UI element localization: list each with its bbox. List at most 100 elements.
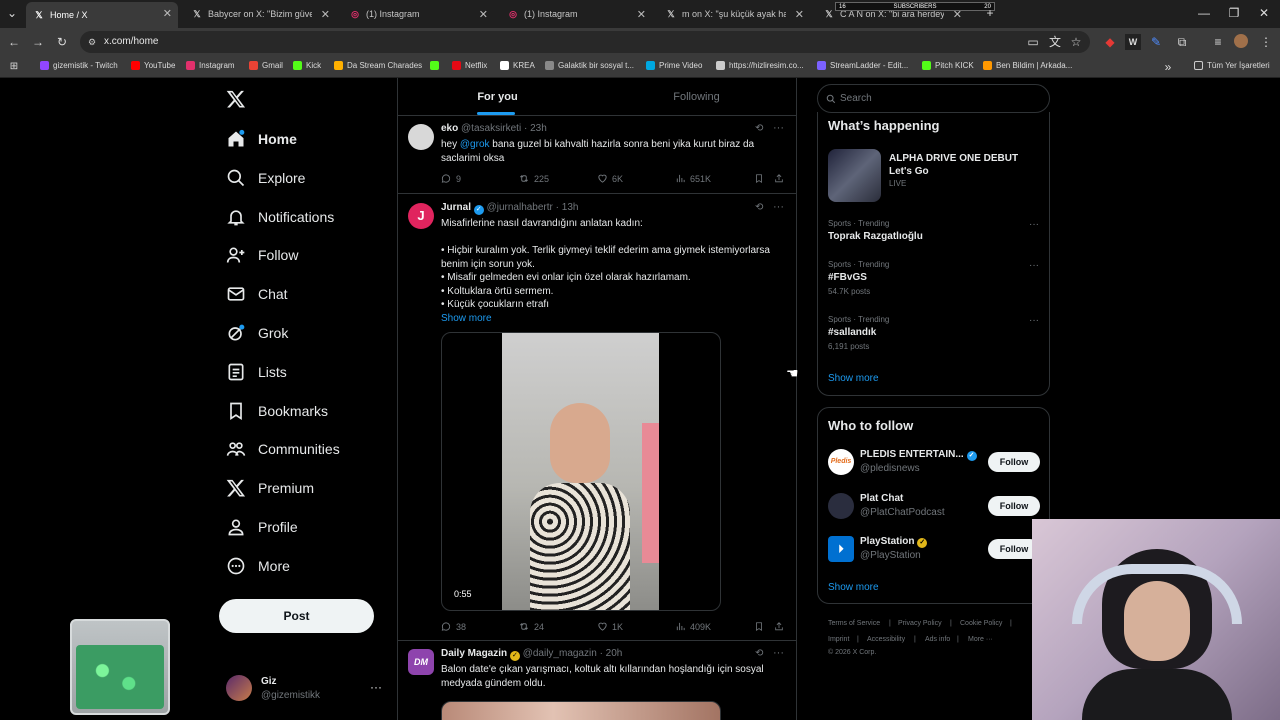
star-icon[interactable]: ☆ <box>1068 34 1084 50</box>
author-handle[interactable]: @daily_magazin <box>523 648 597 659</box>
tab-m-on-x[interactable]: 𝕏 m on X: "şu küçük ayak hareket ✕ <box>658 3 810 25</box>
more-icon[interactable]: ··· <box>1029 260 1039 271</box>
tab-for-you[interactable]: For you <box>398 78 597 116</box>
bookmark-item[interactable] <box>430 61 443 70</box>
tab-following[interactable]: Following <box>597 78 796 116</box>
translate-icon[interactable]: 文 <box>1047 34 1063 50</box>
profile-avatar-icon[interactable] <box>1234 34 1248 48</box>
trend-thumbnail[interactable] <box>828 149 881 202</box>
follow-button[interactable]: Follow <box>988 496 1040 516</box>
tweet-time[interactable]: 13h <box>562 202 579 213</box>
reload-icon[interactable]: ↻ <box>54 34 70 50</box>
site-info-icon[interactable]: ⚙ <box>88 37 98 47</box>
post-button[interactable]: Post <box>219 599 374 633</box>
bookmark-item[interactable]: Kick <box>293 61 321 70</box>
all-bookmarks-folder[interactable]: Tüm Yer İşaretleri <box>1194 61 1270 70</box>
avatar[interactable] <box>828 493 854 519</box>
repost-button[interactable]: 225 <box>518 173 549 184</box>
nav-more[interactable]: More <box>226 554 290 578</box>
tweet[interactable]: J Jurnal ✓ @jurnalhabertr · 13h ⟲ ··· Mi… <box>398 194 796 641</box>
tweet[interactable]: DM Daily Magazin ✓ @daily_magazin · 20h … <box>398 641 796 720</box>
more-icon[interactable]: ··· <box>773 647 784 659</box>
grok-icon[interactable]: ⟲ <box>755 202 763 213</box>
author-name[interactable]: Daily Magazin <box>441 648 507 659</box>
close-tab-icon[interactable]: ✕ <box>321 8 330 21</box>
nav-profile[interactable]: Profile <box>226 515 298 539</box>
bookmark-item[interactable]: Da Stream Charades <box>334 61 422 70</box>
grok-icon[interactable]: ⟲ <box>755 648 763 659</box>
nav-home[interactable]: Home <box>226 127 297 151</box>
tab-search-icon[interactable]: ⌄ <box>4 5 20 21</box>
author-name[interactable]: Jurnal <box>441 202 471 213</box>
bookmark-item[interactable]: gizemistik - Twitch <box>40 61 118 70</box>
tweet-time[interactable]: 23h <box>530 123 547 134</box>
more-bookmarks-icon[interactable]: » <box>1160 59 1176 75</box>
bookmark-item[interactable]: Ben Bildim | Arkada... <box>983 61 1072 70</box>
browser-menu-icon[interactable]: ⋮ <box>1258 34 1274 50</box>
avatar[interactable]: J <box>408 203 434 229</box>
avatar[interactable]: Pledis <box>828 449 854 475</box>
bookmark-item[interactable]: Gmail <box>249 61 283 70</box>
nav-communities[interactable]: Communities <box>226 437 340 461</box>
bookmark-item[interactable]: Netflix <box>452 61 487 70</box>
close-tab-icon[interactable]: ✕ <box>795 8 804 21</box>
share-button[interactable] <box>774 621 788 632</box>
show-more-link[interactable]: Show more <box>441 312 786 326</box>
cast-icon[interactable]: ▭ <box>1025 34 1041 50</box>
mention-link[interactable]: @grok <box>460 139 490 150</box>
close-window-icon[interactable]: ✕ <box>1256 5 1272 21</box>
reply-button[interactable]: 38 <box>441 621 466 632</box>
show-more-link[interactable]: Show more <box>828 582 879 593</box>
avatar[interactable] <box>408 124 434 150</box>
nav-notifications[interactable]: Notifications <box>226 205 334 229</box>
share-button[interactable] <box>774 173 788 184</box>
bookmark-item[interactable]: Instagram <box>186 61 235 70</box>
tab-home-x[interactable]: 𝕏 Home / X ✕ <box>26 2 178 28</box>
show-more-link[interactable]: Show more <box>828 373 879 384</box>
nav-explore[interactable]: Explore <box>226 166 305 190</box>
bookmark-item[interactable]: StreamLadder - Edit... <box>817 61 908 70</box>
extension-red-icon[interactable]: ◆ <box>1102 34 1118 50</box>
nav-grok[interactable]: Grok <box>226 321 288 345</box>
account-name[interactable]: Giz <box>261 676 277 687</box>
author-handle[interactable]: @tasaksirketi <box>461 123 521 134</box>
nav-chat[interactable]: Chat <box>226 282 288 306</box>
forward-icon[interactable]: → <box>30 34 46 50</box>
tweet-time[interactable]: 20h <box>606 648 623 659</box>
maximize-icon[interactable]: ❐ <box>1226 5 1242 21</box>
tweet-image[interactable] <box>441 701 721 720</box>
tab-instagram-2[interactable]: ◎ (1) Instagram ✕ <box>500 3 652 25</box>
author-handle[interactable]: @jurnalhabertr <box>487 202 553 213</box>
tweet[interactable]: eko @tasaksirketi · 23h ⟲ ··· hey @grok … <box>398 116 796 194</box>
minimize-icon[interactable]: — <box>1196 5 1212 21</box>
more-icon[interactable]: ··· <box>1029 219 1039 230</box>
close-tab-icon[interactable]: ✕ <box>163 7 172 20</box>
nav-follow[interactable]: Follow <box>226 243 298 267</box>
extensions-icon[interactable]: ⧉ <box>1174 34 1190 50</box>
bookmark-item[interactable]: https://hizliresim.co... <box>716 61 804 70</box>
bookmark-button[interactable] <box>754 173 768 184</box>
media-icon[interactable]: ≡ <box>1210 34 1226 50</box>
extension-w-icon[interactable]: W <box>1125 34 1141 50</box>
more-icon[interactable]: ··· <box>773 122 784 134</box>
featured-trend-title[interactable]: ALPHA DRIVE ONE DEBUT Let's Go <box>889 152 1039 178</box>
url-input[interactable]: ⚙ x.com/home <box>80 31 1090 53</box>
x-logo-icon[interactable] <box>226 89 246 109</box>
tab-instagram-1[interactable]: ◎ (1) Instagram ✕ <box>342 3 494 25</box>
repost-button[interactable]: 24 <box>518 621 544 632</box>
nav-premium[interactable]: Premium <box>226 476 314 500</box>
close-tab-icon[interactable]: ✕ <box>479 8 488 21</box>
bookmark-item[interactable]: Galaktik bir sosyal t... <box>545 61 634 70</box>
extension-blue-icon[interactable]: ✎ <box>1148 34 1164 50</box>
search-input[interactable]: Search <box>817 84 1050 113</box>
bookmark-item[interactable]: Pitch KICK <box>922 61 974 70</box>
grok-icon[interactable]: ⟲ <box>755 123 763 134</box>
bookmark-item[interactable]: Prime Video <box>646 61 702 70</box>
more-icon[interactable]: ··· <box>1029 315 1039 326</box>
nav-lists[interactable]: Lists <box>226 360 287 384</box>
views-button[interactable]: 409K <box>675 621 711 632</box>
author-name[interactable]: eko <box>441 123 458 134</box>
bookmark-item[interactable]: YouTube <box>131 61 175 70</box>
apps-grid-icon[interactable]: ⊞ <box>6 59 22 75</box>
account-avatar[interactable] <box>226 675 252 701</box>
